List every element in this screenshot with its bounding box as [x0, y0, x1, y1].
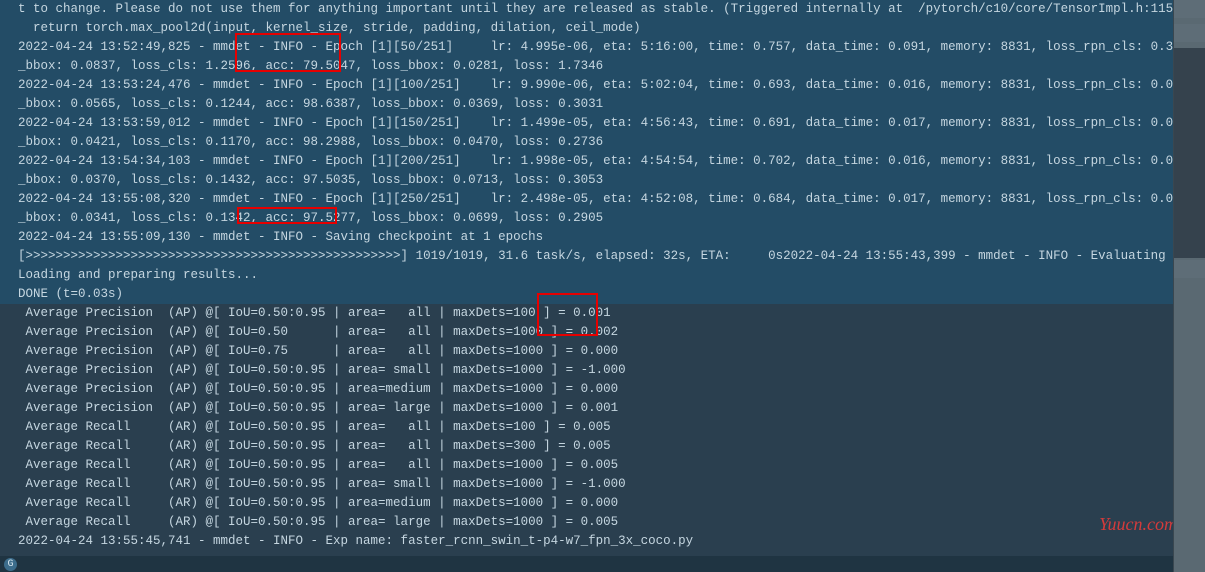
- log-line: _bbox: 0.0341, loss_cls: 0.1342, acc: 97…: [18, 209, 1205, 228]
- log-line: Loading and preparing results...: [18, 266, 1205, 285]
- metric-line: Average Recall (AR) @[ IoU=0.50:0.95 | a…: [0, 513, 1205, 532]
- sidebar-btn[interactable]: [1174, 24, 1205, 42]
- log-line: t to change. Please do not use them for …: [18, 0, 1205, 19]
- log-line: _bbox: 0.0370, loss_cls: 0.1432, acc: 97…: [18, 171, 1205, 190]
- log-line: _bbox: 0.0837, loss_cls: 1.2596, acc: 79…: [18, 57, 1205, 76]
- log-line: _bbox: 0.0421, loss_cls: 0.1170, acc: 98…: [18, 133, 1205, 152]
- status-badge[interactable]: G: [4, 558, 17, 571]
- metric-line: Average Precision (AP) @[ IoU=0.50:0.95 …: [0, 380, 1205, 399]
- log-line: 2022-04-24 13:53:59,012 - mmdet - INFO -…: [18, 114, 1205, 133]
- log-line: _bbox: 0.0565, loss_cls: 0.1244, acc: 98…: [18, 95, 1205, 114]
- metric-line: Average Precision (AP) @[ IoU=0.50:0.95 …: [0, 361, 1205, 380]
- log-line: [>>>>>>>>>>>>>>>>>>>>>>>>>>>>>>>>>>>>>>>…: [18, 247, 1205, 266]
- metric-line: Average Recall (AR) @[ IoU=0.50:0.95 | a…: [0, 437, 1205, 456]
- metric-line: Average Precision (AP) @[ IoU=0.50:0.95 …: [0, 304, 1205, 323]
- selected-log-block[interactable]: t to change. Please do not use them for …: [0, 0, 1205, 304]
- log-line: 2022-04-24 13:55:09,130 - mmdet - INFO -…: [18, 228, 1205, 247]
- metric-line: Average Recall (AR) @[ IoU=0.50:0.95 | a…: [0, 475, 1205, 494]
- metric-line: Average Recall (AR) @[ IoU=0.50:0.95 | a…: [0, 456, 1205, 475]
- metric-line: 2022-04-24 13:55:45,741 - mmdet - INFO -…: [0, 532, 1205, 551]
- log-line: return torch.max_pool2d(input, kernel_si…: [18, 19, 1205, 38]
- right-sidebar[interactable]: [1173, 0, 1205, 572]
- metric-line: Average Precision (AP) @[ IoU=0.50:0.95 …: [0, 399, 1205, 418]
- log-line: 2022-04-24 13:55:08,320 - mmdet - INFO -…: [18, 190, 1205, 209]
- status-bar: G: [0, 556, 1173, 572]
- metric-line: Average Precision (AP) @[ IoU=0.75 | are…: [0, 342, 1205, 361]
- log-line: 2022-04-24 13:53:24,476 - mmdet - INFO -…: [18, 76, 1205, 95]
- sidebar-btn[interactable]: [1174, 0, 1205, 18]
- log-line: DONE (t=0.03s): [18, 285, 1205, 304]
- terminal-shell: t to change. Please do not use them for …: [0, 0, 1205, 572]
- log-line: 2022-04-24 13:52:49,825 - mmdet - INFO -…: [18, 38, 1205, 57]
- metric-line: Average Precision (AP) @[ IoU=0.50 | are…: [0, 323, 1205, 342]
- sidebar-panel[interactable]: [1174, 48, 1205, 258]
- log-line: 2022-04-24 13:54:34,103 - mmdet - INFO -…: [18, 152, 1205, 171]
- sidebar-btn[interactable]: [1174, 260, 1205, 278]
- metric-line: Average Recall (AR) @[ IoU=0.50:0.95 | a…: [0, 494, 1205, 513]
- metric-line: Average Recall (AR) @[ IoU=0.50:0.95 | a…: [0, 418, 1205, 437]
